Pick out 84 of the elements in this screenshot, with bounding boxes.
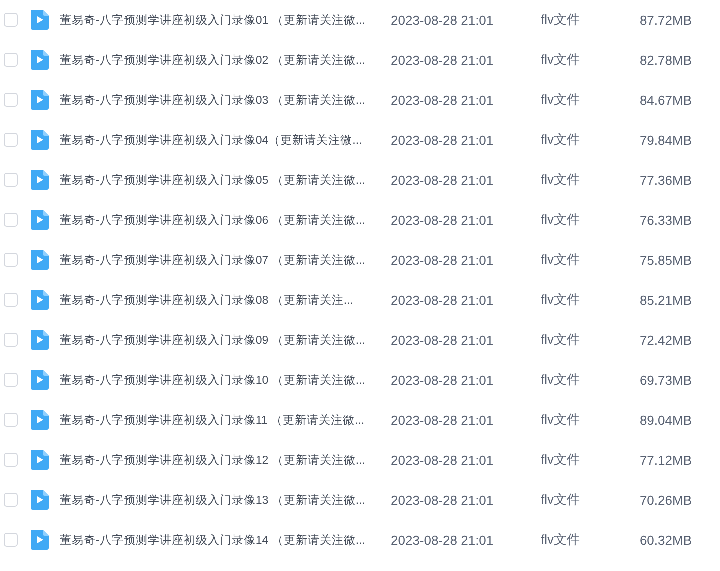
file-type: flv文件 bbox=[541, 411, 581, 429]
video-file-icon bbox=[31, 450, 49, 470]
file-name[interactable]: 董易奇-八字预测学讲座初级入门录像05 （更新请关注微... bbox=[60, 172, 391, 188]
checkbox[interactable] bbox=[4, 133, 18, 147]
video-file-icon bbox=[31, 250, 49, 270]
file-name[interactable]: 董易奇-八字预测学讲座初级入门录像04（更新请关注微... bbox=[60, 132, 391, 148]
modified-date: 2023-08-28 21:01 bbox=[391, 252, 495, 268]
file-name[interactable]: 董易奇-八字预测学讲座初级入门录像02 （更新请关注微... bbox=[60, 52, 391, 68]
file-type: flv文件 bbox=[541, 451, 581, 469]
file-size: 69.73MB bbox=[638, 372, 692, 388]
checkbox[interactable] bbox=[4, 413, 18, 427]
video-file-icon bbox=[31, 370, 49, 390]
file-size: 79.84MB bbox=[638, 132, 692, 148]
file-type: flv文件 bbox=[541, 291, 581, 309]
file-name[interactable]: 董易奇-八字预测学讲座初级入门录像13 （更新请关注微... bbox=[60, 492, 391, 508]
checkbox[interactable] bbox=[4, 13, 18, 27]
video-file-icon bbox=[31, 130, 49, 150]
video-file-icon bbox=[31, 410, 49, 430]
file-name[interactable]: 董易奇-八字预测学讲座初级入门录像06 （更新请关注微... bbox=[60, 212, 391, 228]
file-size: 70.26MB bbox=[638, 492, 692, 508]
file-size: 89.04MB bbox=[638, 412, 692, 428]
file-type: flv文件 bbox=[541, 171, 581, 189]
modified-date: 2023-08-28 21:01 bbox=[391, 412, 495, 428]
file-name[interactable]: 董易奇-八字预测学讲座初级入门录像14 （更新请关注微... bbox=[60, 532, 391, 548]
file-type: flv文件 bbox=[541, 51, 581, 69]
modified-date: 2023-08-28 21:01 bbox=[391, 92, 495, 108]
video-file-icon bbox=[31, 50, 49, 70]
video-file-icon bbox=[31, 330, 49, 350]
video-file-icon bbox=[31, 170, 49, 190]
checkbox[interactable] bbox=[4, 373, 18, 387]
checkbox[interactable] bbox=[4, 253, 18, 267]
file-size: 77.36MB bbox=[638, 172, 692, 188]
file-type: flv文件 bbox=[541, 131, 581, 149]
file-size: 84.67MB bbox=[638, 92, 692, 108]
checkbox[interactable] bbox=[4, 53, 18, 67]
video-file-icon bbox=[31, 90, 49, 110]
file-type: flv文件 bbox=[541, 331, 581, 349]
modified-date: 2023-08-28 21:01 bbox=[391, 292, 495, 308]
file-size: 77.12MB bbox=[638, 452, 692, 468]
file-size: 87.72MB bbox=[638, 12, 692, 28]
modified-date: 2023-08-28 21:01 bbox=[391, 52, 495, 68]
checkbox[interactable] bbox=[4, 333, 18, 347]
modified-date: 2023-08-28 21:01 bbox=[391, 492, 495, 508]
checkbox[interactable] bbox=[4, 93, 18, 107]
video-file-icon bbox=[31, 290, 49, 310]
video-file-icon bbox=[31, 490, 49, 510]
video-file-icon bbox=[31, 210, 49, 230]
file-name[interactable]: 董易奇-八字预测学讲座初级入门录像11 （更新请关注微... bbox=[60, 412, 391, 428]
modified-date: 2023-08-28 21:01 bbox=[391, 212, 495, 228]
file-size: 75.85MB bbox=[638, 252, 692, 268]
file-name[interactable]: 董易奇-八字预测学讲座初级入门录像08 （更新请关注... bbox=[60, 292, 391, 308]
checkbox[interactable] bbox=[4, 293, 18, 307]
file-type: flv文件 bbox=[541, 491, 581, 509]
file-size: 72.42MB bbox=[638, 332, 692, 348]
file-size: 82.78MB bbox=[638, 52, 692, 68]
file-type: flv文件 bbox=[541, 11, 581, 29]
modified-date: 2023-08-28 21:01 bbox=[391, 452, 495, 468]
file-type: flv文件 bbox=[541, 531, 581, 549]
modified-date: 2023-08-28 21:01 bbox=[391, 372, 495, 388]
video-file-icon bbox=[31, 530, 49, 550]
checkbox[interactable] bbox=[4, 533, 18, 547]
file-name[interactable]: 董易奇-八字预测学讲座初级入门录像07 （更新请关注微... bbox=[60, 252, 391, 268]
file-type: flv文件 bbox=[541, 211, 581, 229]
modified-date: 2023-08-28 21:01 bbox=[391, 172, 495, 188]
checkbox[interactable] bbox=[4, 173, 18, 187]
video-file-icon bbox=[31, 10, 49, 30]
file-name[interactable]: 董易奇-八字预测学讲座初级入门录像01 （更新请关注微... bbox=[60, 12, 391, 28]
modified-date: 2023-08-28 21:01 bbox=[391, 12, 495, 28]
checkbox[interactable] bbox=[4, 493, 18, 507]
file-name[interactable]: 董易奇-八字预测学讲座初级入门录像12 （更新请关注微... bbox=[60, 452, 391, 468]
file-type: flv文件 bbox=[541, 371, 581, 389]
modified-date: 2023-08-28 21:01 bbox=[391, 332, 495, 348]
file-type: flv文件 bbox=[541, 251, 581, 269]
file-type: flv文件 bbox=[541, 91, 581, 109]
file-name[interactable]: 董易奇-八字预测学讲座初级入门录像03 （更新请关注微... bbox=[60, 92, 391, 108]
modified-date: 2023-08-28 21:01 bbox=[391, 132, 495, 148]
file-name[interactable]: 董易奇-八字预测学讲座初级入门录像10 （更新请关注微... bbox=[60, 372, 391, 388]
file-name[interactable]: 董易奇-八字预测学讲座初级入门录像09 （更新请关注微... bbox=[60, 332, 391, 348]
checkbox[interactable] bbox=[4, 213, 18, 227]
modified-date: 2023-08-28 21:01 bbox=[391, 532, 495, 548]
file-size: 60.32MB bbox=[638, 532, 692, 548]
file-size: 85.21MB bbox=[638, 292, 692, 308]
checkbox[interactable] bbox=[4, 453, 18, 467]
file-size: 76.33MB bbox=[638, 212, 692, 228]
